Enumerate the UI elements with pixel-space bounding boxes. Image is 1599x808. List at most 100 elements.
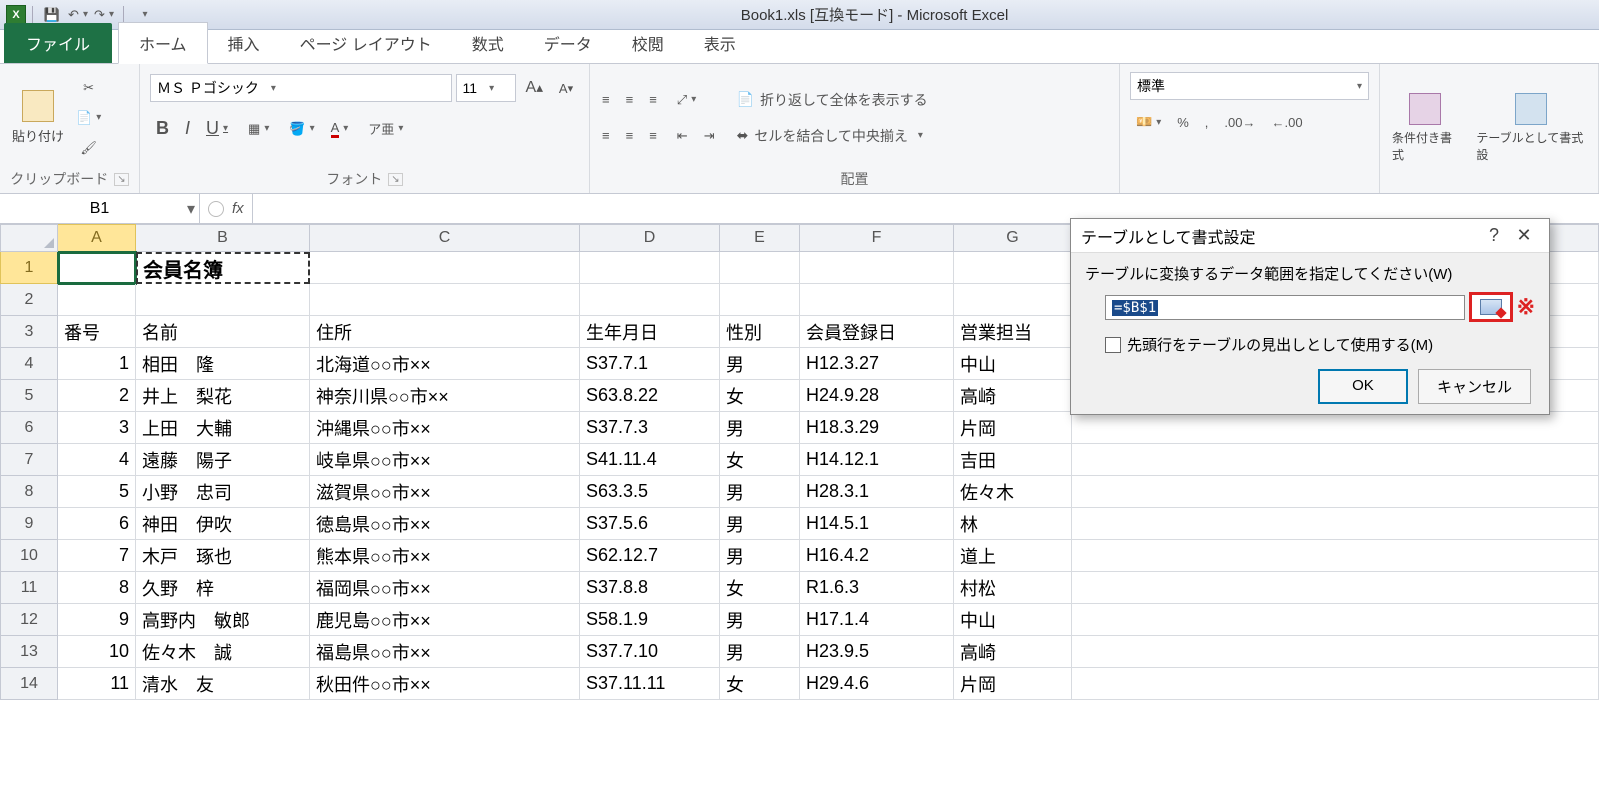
cell[interactable]: 女 (720, 380, 800, 412)
paste-button[interactable]: 貼り付け (6, 86, 70, 149)
cell[interactable]: 沖縄県○○市×× (310, 412, 580, 444)
cell[interactable]: 中山 (954, 604, 1072, 636)
cell[interactable]: 11 (58, 668, 136, 700)
cell[interactable]: S63.8.22 (580, 380, 720, 412)
cell[interactable]: H29.4.6 (800, 668, 954, 700)
cell[interactable]: 吉田 (954, 444, 1072, 476)
cell[interactable]: 6 (58, 508, 136, 540)
cell[interactable]: 会員登録日 (800, 316, 954, 348)
tab-insert[interactable]: 挿入 (208, 23, 280, 63)
cell[interactable]: 林 (954, 508, 1072, 540)
bold-button[interactable]: B (150, 114, 175, 143)
col-header-B[interactable]: B (136, 224, 310, 252)
cell[interactable] (954, 252, 1072, 284)
cell[interactable]: 男 (720, 348, 800, 380)
currency-icon[interactable]: 💴▾ (1130, 110, 1167, 134)
cell[interactable] (1072, 540, 1599, 572)
cell[interactable] (800, 284, 954, 316)
cell[interactable]: H23.9.5 (800, 636, 954, 668)
cell[interactable]: 木戸 琢也 (136, 540, 310, 572)
increase-indent-icon[interactable]: ⇥ (698, 124, 721, 148)
cancel-button[interactable]: キャンセル (1418, 369, 1531, 404)
col-header-G[interactable]: G (954, 224, 1072, 252)
format-as-table-button[interactable]: テーブルとして書式設 (1470, 89, 1592, 167)
wrap-text-button[interactable]: 📄折り返して全体を表示する (731, 86, 934, 114)
row-header[interactable]: 14 (0, 668, 58, 700)
cell[interactable]: 遠藤 陽子 (136, 444, 310, 476)
cell[interactable] (1072, 572, 1599, 604)
cell[interactable]: 10 (58, 636, 136, 668)
cell[interactable]: H12.3.27 (800, 348, 954, 380)
comma-icon[interactable]: , (1199, 110, 1215, 134)
cell[interactable]: 男 (720, 636, 800, 668)
row-header[interactable]: 4 (0, 348, 58, 380)
cell[interactable] (58, 284, 136, 316)
cell[interactable]: 鹿児島○○市×× (310, 604, 580, 636)
dialog-help-button[interactable]: ? (1479, 225, 1509, 246)
font-name-combo[interactable]: ＭＳ Ｐゴシック▾ (150, 74, 452, 102)
row-header[interactable]: 9 (0, 508, 58, 540)
cell[interactable]: 福島県○○市×× (310, 636, 580, 668)
align-right-icon[interactable]: ≡ (643, 124, 663, 148)
cell[interactable]: 清水 友 (136, 668, 310, 700)
merge-center-button[interactable]: ⬌セルを結合して中央揃え▾ (731, 122, 934, 150)
cell[interactable] (1072, 508, 1599, 540)
cell[interactable] (580, 252, 720, 284)
align-top-icon[interactable]: ≡ (596, 88, 616, 112)
cell[interactable]: 高崎 (954, 636, 1072, 668)
cell[interactable]: 相田 隆 (136, 348, 310, 380)
percent-icon[interactable]: % (1171, 110, 1195, 134)
cell[interactable]: 9 (58, 604, 136, 636)
col-header-F[interactable]: F (800, 224, 954, 252)
cell[interactable]: 片岡 (954, 668, 1072, 700)
row-header[interactable]: 8 (0, 476, 58, 508)
name-box[interactable]: B1 ▾ (0, 194, 200, 223)
col-header-D[interactable]: D (580, 224, 720, 252)
cell[interactable]: 神田 伊吹 (136, 508, 310, 540)
tab-home[interactable]: ホーム (118, 22, 208, 64)
font-launcher-icon[interactable]: ↘ (388, 173, 402, 186)
row-header[interactable]: 2 (0, 284, 58, 316)
cell[interactable]: 徳島県○○市×× (310, 508, 580, 540)
tab-file[interactable]: ファイル (4, 23, 112, 63)
cell[interactable] (580, 284, 720, 316)
tab-page-layout[interactable]: ページ レイアウト (280, 23, 452, 63)
align-bottom-icon[interactable]: ≡ (643, 88, 663, 112)
cell[interactable] (1072, 604, 1599, 636)
cell[interactable]: 女 (720, 572, 800, 604)
cell[interactable]: 高崎 (954, 380, 1072, 412)
cell[interactable]: 熊本県○○市×× (310, 540, 580, 572)
align-middle-icon[interactable]: ≡ (620, 88, 640, 112)
col-header-E[interactable]: E (720, 224, 800, 252)
increase-font-icon[interactable]: A▴ (520, 74, 549, 102)
font-color-icon[interactable]: A▾ (325, 114, 355, 143)
cell[interactable]: R1.6.3 (800, 572, 954, 604)
cell[interactable]: 岐阜県○○市×× (310, 444, 580, 476)
row-header[interactable]: 1 (0, 252, 58, 284)
cell[interactable]: 高野内 敏郎 (136, 604, 310, 636)
dialog-close-button[interactable]: ✕ (1509, 225, 1539, 246)
clipboard-launcher-icon[interactable]: ↘ (114, 173, 128, 186)
cell[interactable]: 女 (720, 668, 800, 700)
cell[interactable]: 住所 (310, 316, 580, 348)
row-header[interactable]: 3 (0, 316, 58, 348)
cell[interactable]: H17.1.4 (800, 604, 954, 636)
align-center-icon[interactable]: ≡ (620, 124, 640, 148)
cell[interactable]: H18.3.29 (800, 412, 954, 444)
cell[interactable]: 村松 (954, 572, 1072, 604)
tab-data[interactable]: データ (524, 23, 612, 63)
cell[interactable]: 北海道○○市×× (310, 348, 580, 380)
cell[interactable]: 生年月日 (580, 316, 720, 348)
cell[interactable]: S41.11.4 (580, 444, 720, 476)
tab-review[interactable]: 校閲 (612, 23, 684, 63)
format-painter-icon[interactable]: 🖌 (70, 136, 107, 160)
cell[interactable] (1072, 444, 1599, 476)
cell[interactable] (310, 284, 580, 316)
cell[interactable]: 性別 (720, 316, 800, 348)
cell[interactable]: S63.3.5 (580, 476, 720, 508)
cell[interactable]: 中山 (954, 348, 1072, 380)
cell[interactable]: 2 (58, 380, 136, 412)
cell[interactable]: H14.12.1 (800, 444, 954, 476)
cell[interactable] (1072, 412, 1599, 444)
cell[interactable] (58, 252, 136, 284)
